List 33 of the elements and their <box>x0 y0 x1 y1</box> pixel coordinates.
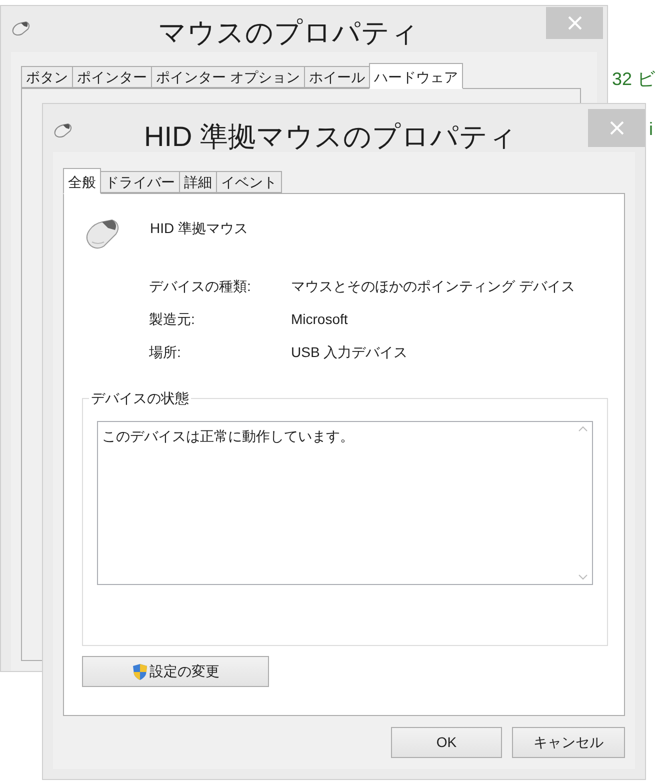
mouse-icon <box>53 122 73 138</box>
scroll-down-icon <box>578 574 588 580</box>
tab[interactable]: ドライバー <box>100 171 180 193</box>
property-value: Microsoft <box>291 310 348 329</box>
property-label: デバイスの種類: <box>149 277 252 296</box>
tab[interactable]: ポインター <box>72 66 152 88</box>
tab[interactable]: イベント <box>216 171 282 193</box>
background-text: 32 ビ <box>612 68 656 91</box>
property-value: USB 入力デバイス <box>291 343 408 362</box>
tab[interactable]: ハードウェア <box>368 63 463 89</box>
close-button[interactable] <box>546 7 603 39</box>
tab[interactable]: 全般 <box>63 168 101 194</box>
dialog-button[interactable]: キャンセル <box>512 727 625 758</box>
background-text: i <box>649 118 653 141</box>
tab[interactable]: ボタン <box>21 66 73 88</box>
device-name: HID 準拠マウス <box>150 219 248 238</box>
tab[interactable]: 詳細 <box>179 171 217 193</box>
property-label: 製造元: <box>149 310 196 329</box>
close-icon <box>608 120 624 136</box>
property-value: マウスとそのほかのポインティング デバイス <box>291 277 575 296</box>
window-title: マウスのプロパティ <box>158 16 419 50</box>
scroll-up-icon <box>578 426 588 432</box>
close-button[interactable] <box>588 109 645 147</box>
tab[interactable]: ポインター オプション <box>151 66 305 88</box>
dialog-button[interactable]: OK <box>391 727 502 758</box>
property-label: 場所: <box>149 343 182 362</box>
window-title: HID 準拠マウスのプロパティ <box>144 120 517 154</box>
mouse-icon <box>11 20 31 36</box>
tab[interactable]: ホイール <box>304 66 370 88</box>
close-icon <box>566 15 582 31</box>
status-text: このデバイスは正常に動作しています。 <box>101 427 355 446</box>
change-settings-button[interactable]: 設定の変更 <box>82 656 269 687</box>
shield-icon <box>132 662 148 680</box>
